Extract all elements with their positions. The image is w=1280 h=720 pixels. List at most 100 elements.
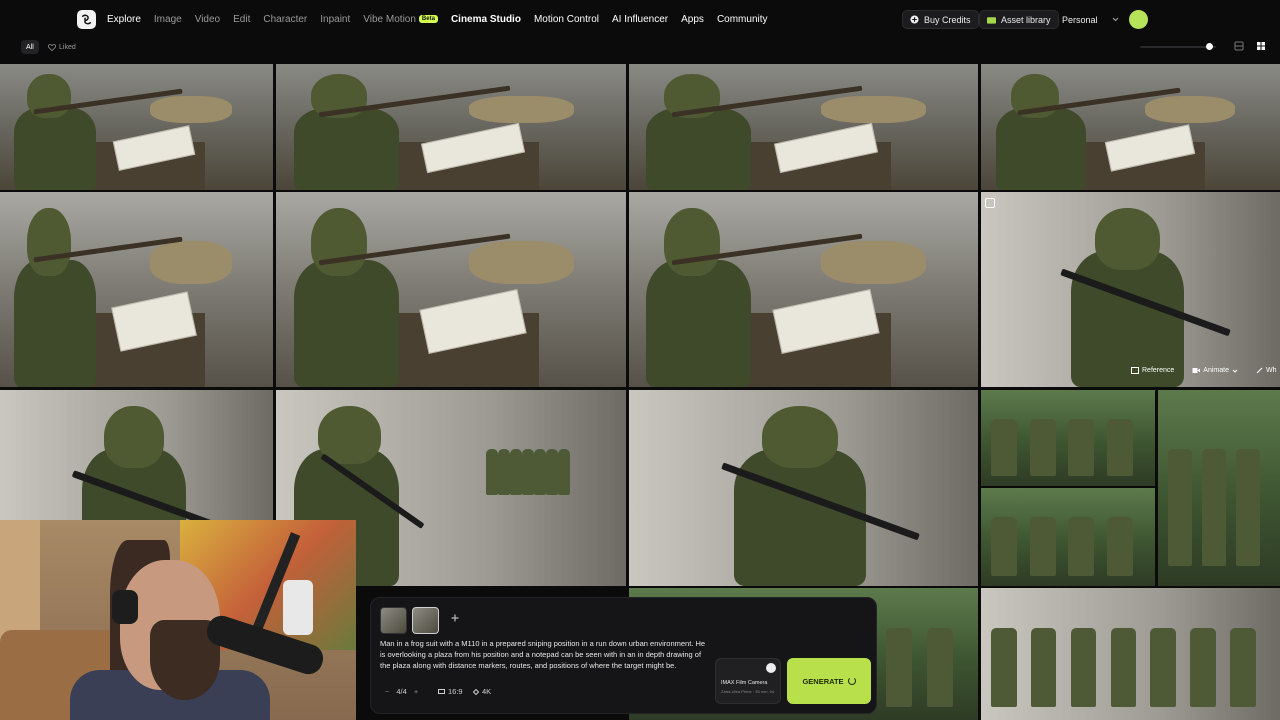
main-nav: Explore Image Video Edit Character Inpaint Vib… <box>107 0 781 38</box>
gallery-image[interactable] <box>276 64 626 190</box>
soldier <box>1236 448 1261 567</box>
list-view-icon[interactable] <box>1234 41 1244 51</box>
beta-badge: Beta <box>418 15 438 23</box>
soldier <box>1190 627 1216 707</box>
soldier <box>1150 627 1177 707</box>
nav-item-11[interactable]: Community <box>717 14 768 25</box>
reference-thumbnail[interactable] <box>380 607 407 634</box>
frog-hood <box>663 207 720 276</box>
camera-settings-icon <box>766 663 776 673</box>
gallery-image[interactable] <box>981 192 1280 387</box>
gallery-image[interactable] <box>629 390 978 586</box>
camera-subtitle: Zeiss Ultra Prime · 35 mm, f/4 <box>721 689 775 694</box>
tile-actions: Reference Animate Wh <box>1131 367 1276 374</box>
gallery-image[interactable] <box>0 192 273 387</box>
gallery-image[interactable] <box>981 488 1155 586</box>
soldier-body <box>293 260 399 387</box>
folder-icon <box>987 16 996 24</box>
frog-hood <box>1094 207 1161 270</box>
count-stepper[interactable]: − 4/4 + <box>385 687 418 696</box>
nav-item-0[interactable]: Explore <box>107 14 141 25</box>
gallery-image[interactable] <box>276 192 626 387</box>
nav-item-label: Inpaint <box>320 13 351 25</box>
nav-item-label: Edit <box>233 13 251 25</box>
nav-item-4[interactable]: Character <box>263 14 307 25</box>
nav-item-3[interactable]: Edit <box>233 14 250 25</box>
reference-label: Reference <box>1142 367 1175 374</box>
nav-item-6[interactable]: Vibe Motion Beta <box>363 14 438 25</box>
chevron-down-icon <box>1112 17 1118 22</box>
generate-button[interactable]: GENERATE <box>787 658 871 704</box>
frog-hood <box>103 405 164 469</box>
buy-credits-button[interactable]: Buy Credits <box>902 10 979 29</box>
asset-library-button[interactable]: Asset library <box>979 10 1059 29</box>
minus-icon[interactable]: − <box>385 687 389 696</box>
workspace-label: Personal <box>1062 14 1098 25</box>
soldier <box>926 627 953 707</box>
add-reference-button[interactable] <box>451 611 459 625</box>
reference-thumbnail-selected[interactable] <box>412 607 439 634</box>
soldier <box>510 448 522 495</box>
gallery-image[interactable] <box>629 64 978 190</box>
frog-hood <box>761 405 839 469</box>
aspect-ratio-icon <box>438 689 445 694</box>
nav-item-7[interactable]: Cinema Studio <box>451 14 521 25</box>
gallery-image[interactable] <box>1158 390 1280 586</box>
zoom-slider[interactable] <box>1140 46 1216 48</box>
soldier <box>1110 627 1137 707</box>
gallery-image[interactable] <box>981 588 1280 720</box>
nav-item-label: Community <box>716 13 768 25</box>
chevron-down-icon <box>1232 369 1238 373</box>
animate-button[interactable]: Animate <box>1192 367 1238 374</box>
user-avatar[interactable] <box>1129 10 1148 29</box>
nav-item-1[interactable]: Image <box>154 14 182 25</box>
plus-icon[interactable]: + <box>414 687 418 696</box>
filter-bar <box>0 38 1280 64</box>
nav-item-label: Image <box>153 13 182 25</box>
app-logo-icon[interactable] <box>77 10 96 29</box>
zoom-slider-thumb[interactable] <box>1206 43 1213 50</box>
soldier <box>885 627 912 707</box>
filter-all-label: All <box>26 43 34 51</box>
select-checkbox[interactable] <box>985 198 995 208</box>
nav-item-label: Vibe Motion <box>363 13 416 25</box>
nav-item-8[interactable]: Motion Control <box>534 14 599 25</box>
nav-item-10[interactable]: Apps <box>681 14 704 25</box>
camera-settings-card[interactable]: IMAX Film Camera Zeiss Ultra Prime · 35 … <box>715 658 781 704</box>
gallery-image[interactable] <box>0 64 273 190</box>
animate-label: Animate <box>1203 367 1229 374</box>
frog-hood <box>27 207 71 276</box>
filter-liked-button[interactable]: Liked <box>48 40 76 54</box>
sandbag <box>820 95 926 124</box>
nav-item-label: Explore <box>107 13 141 25</box>
filter-all-button[interactable]: All <box>21 40 39 54</box>
wand-icon <box>1256 367 1263 374</box>
nav-item-2[interactable]: Video <box>195 14 220 25</box>
resolution-button[interactable]: 4K <box>473 687 491 696</box>
gallery-image[interactable] <box>629 192 978 387</box>
gallery-image[interactable] <box>981 390 1155 486</box>
nav-item-9[interactable]: AI Influencer <box>612 14 668 25</box>
reference-button[interactable]: Reference <box>1131 367 1174 374</box>
top-navigation: Explore Image Video Edit Character Inpaint Vib… <box>0 0 1280 38</box>
soldier-body <box>995 108 1086 190</box>
sandbag <box>468 95 574 124</box>
soldier <box>1029 418 1056 477</box>
heart-icon <box>48 43 56 51</box>
soldier-body <box>646 108 752 190</box>
aspect-ratio-button[interactable]: 16:9 <box>438 687 463 696</box>
grid-view-icon[interactable] <box>1256 41 1266 51</box>
more-action-button[interactable]: Wh <box>1256 367 1276 374</box>
gallery-image[interactable] <box>981 64 1280 190</box>
soldier <box>1068 418 1094 477</box>
nav-item-5[interactable]: Inpaint <box>320 14 350 25</box>
filter-liked-label: Liked <box>59 43 76 51</box>
soldier-body <box>293 108 399 190</box>
soldier <box>534 448 546 495</box>
workspace-selector[interactable]: Personal <box>1062 10 1119 29</box>
nav-item-label: Character <box>263 13 308 25</box>
soldier <box>1070 627 1097 707</box>
soldier <box>558 448 570 495</box>
sandbag <box>150 240 233 284</box>
prompt-input[interactable]: Man in a frog suit with a M110 in a prep… <box>380 638 710 671</box>
